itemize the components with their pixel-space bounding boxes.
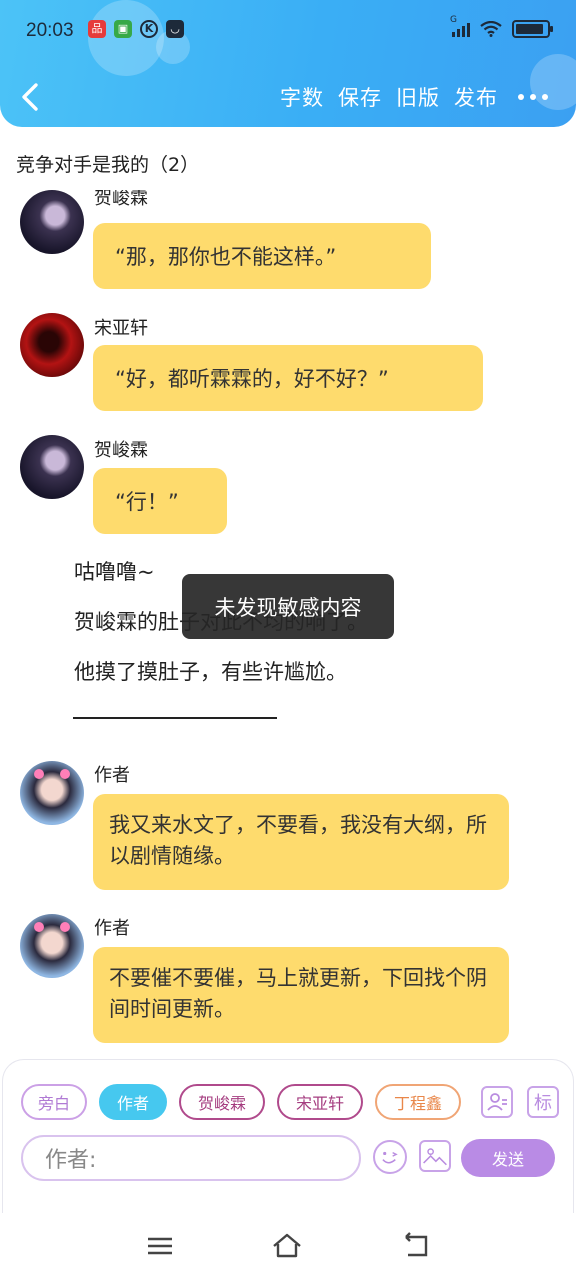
character-manage-icon[interactable]	[481, 1086, 513, 1118]
app-notification-icon: K	[140, 20, 158, 38]
toast-message: 未发现敏感内容	[182, 574, 394, 639]
word-count-button[interactable]: 字数	[280, 82, 324, 112]
label-icon[interactable]: 标	[527, 1086, 559, 1118]
system-nav-bar	[0, 1213, 576, 1280]
wifi-icon	[480, 21, 502, 37]
more-options-icon[interactable]	[518, 94, 548, 100]
nav-actions: 字数 保存 旧版 发布	[280, 82, 548, 112]
message-input[interactable]: 作者:	[21, 1135, 361, 1181]
chat-message[interactable]: 贺峻霖 “行！”	[0, 434, 576, 544]
speaker-name: 作者	[94, 765, 130, 786]
message-bubble[interactable]: “行！”	[93, 468, 227, 534]
speaker-name: 贺峻霖	[94, 190, 148, 209]
cellular-signal-icon: G	[450, 15, 470, 37]
menu-icon[interactable]	[144, 1231, 176, 1261]
role-chip-narrator[interactable]: 旁白	[21, 1084, 87, 1120]
narration-line[interactable]: 他摸了摸肚子，有些许尴尬。	[74, 656, 347, 686]
save-button[interactable]: 保存	[338, 82, 382, 112]
message-bubble[interactable]: 不要催不要催，马上就更新，下回找个阴间时间更新。	[93, 947, 509, 1043]
status-time: 20:03	[26, 20, 74, 41]
role-chip-he-junlin[interactable]: 贺峻霖	[179, 1084, 265, 1120]
battery-level	[516, 24, 543, 34]
old-version-button[interactable]: 旧版	[396, 82, 440, 112]
emoji-icon[interactable]	[373, 1140, 407, 1174]
message-bubble[interactable]: “好，都听霖霖的，好不好？”	[93, 345, 483, 411]
role-chip-song-yaxuan[interactable]: 宋亚轩	[277, 1084, 363, 1120]
narration-line[interactable]: 咕噜噜~	[74, 556, 155, 586]
chat-message[interactable]: 宋亚轩 “好，都听霖霖的，好不好？”	[0, 312, 576, 422]
speaker-name: 作者	[94, 918, 130, 939]
system-status: G	[450, 15, 553, 38]
notification-icons: 品 ▣ K ◡	[88, 20, 184, 38]
back-icon[interactable]	[400, 1231, 432, 1261]
avatar[interactable]	[20, 190, 84, 254]
chapter-title[interactable]: 竞争对手是我的（2）	[16, 150, 199, 177]
speaker-name: 宋亚轩	[94, 318, 148, 339]
top-header: 20:03 品 ▣ K ◡ G 字数 保存 旧版 发布	[0, 0, 576, 127]
network-type: G	[450, 15, 457, 25]
chat-message[interactable]: 作者 我又来水文了，不要看，我没有大纲，所以剧情随缘。	[0, 760, 576, 890]
home-icon[interactable]	[271, 1231, 303, 1261]
nav-bar: 字数 保存 旧版 发布	[0, 72, 576, 122]
role-chip-author[interactable]: 作者	[99, 1084, 167, 1120]
status-bar: 20:03 品 ▣ K ◡ G	[0, 0, 576, 62]
avatar[interactable]	[20, 761, 84, 825]
role-chip-ding-chengxin[interactable]: 丁程鑫	[375, 1084, 461, 1120]
avatar[interactable]	[20, 313, 84, 377]
image-icon[interactable]	[419, 1140, 451, 1172]
chat-message[interactable]: 贺峻霖 “那，那你也不能这样。”	[0, 190, 576, 300]
avatar[interactable]	[20, 914, 84, 978]
back-arrow-icon[interactable]	[16, 80, 46, 114]
role-selector: 旁白 作者 贺峻霖 宋亚轩 丁程鑫	[21, 1084, 461, 1120]
app-notification-icon: ▣	[114, 20, 132, 38]
avatar[interactable]	[20, 435, 84, 499]
app-notification-icon: 品	[88, 20, 106, 38]
app-notification-icon: ◡	[166, 20, 184, 38]
chat-message[interactable]: 作者 不要催不要催，马上就更新，下回找个阴间时间更新。	[0, 913, 576, 1043]
section-divider	[73, 717, 277, 719]
message-bubble[interactable]: 我又来水文了，不要看，我没有大纲，所以剧情随缘。	[93, 794, 509, 890]
battery-icon	[512, 20, 553, 38]
speaker-name: 贺峻霖	[94, 440, 148, 461]
publish-button[interactable]: 发布	[454, 82, 498, 112]
message-bubble[interactable]: “那，那你也不能这样。”	[93, 223, 431, 289]
send-button[interactable]: 发送	[461, 1139, 555, 1177]
input-panel: 旁白 作者 贺峻霖 宋亚轩 丁程鑫 标 作者: 发送	[2, 1059, 574, 1213]
